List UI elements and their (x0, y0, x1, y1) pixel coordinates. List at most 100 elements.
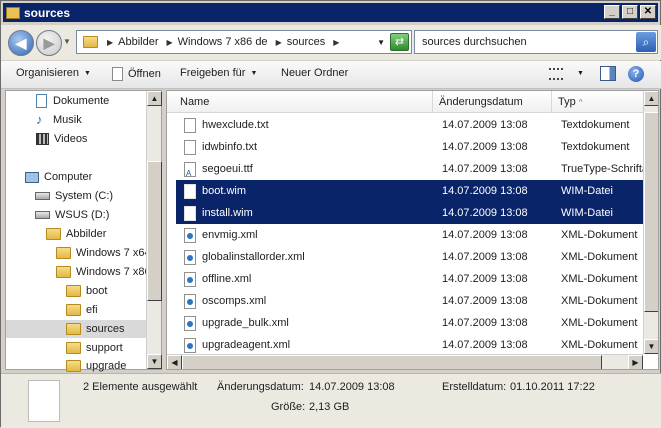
font-file-icon (184, 161, 196, 180)
address-row: ◀ ▶ ▼ ▶ Abbilder ▶ Windows 7 x86 de ▶ so… (1, 25, 661, 60)
breadcrumb-windows-7-x86-de[interactable]: Windows 7 x86 de (178, 36, 268, 48)
breadcrumb-sources[interactable]: sources (287, 36, 326, 48)
file-date: 14.07.2009 13:08 (442, 251, 528, 263)
preview-pane-icon[interactable] (600, 66, 616, 81)
nav-scrollbar[interactable]: ▲ ▼ (146, 91, 162, 369)
address-dropdown-icon[interactable]: ▼ (377, 38, 385, 47)
nav-item-abbilder[interactable]: Abbilder (46, 225, 106, 243)
table-row-selected[interactable]: install.wim 14.07.2009 13:08 WIM-Datei (176, 202, 643, 224)
scroll-down-icon[interactable]: ▼ (147, 354, 162, 369)
scroll-right-icon[interactable]: ▶ (628, 355, 643, 369)
xml-file-icon (184, 293, 196, 309)
minimize-button[interactable]: _ (604, 5, 620, 19)
table-row[interactable]: offline.xml 14.07.2009 13:08 XML-Dokumen… (176, 268, 643, 290)
explorer-window: sources _ □ ✕ ◀ ▶ ▼ ▶ Abbilder ▶ Windows… (0, 0, 661, 428)
file-date: 14.07.2009 13:08 (442, 273, 528, 285)
command-bar: Organisieren ▼ Öffnen Freigeben für ▼ Ne… (1, 61, 661, 89)
folder-icon (66, 285, 81, 297)
address-bar[interactable]: ▶ Abbilder ▶ Windows 7 x86 de ▶ sources … (76, 30, 412, 54)
chevron-down-icon: ▼ (250, 69, 258, 77)
back-button[interactable]: ◀ (8, 30, 34, 56)
nav-label: Musik (53, 114, 82, 126)
nav-label: Abbilder (66, 228, 107, 240)
folder-icon (66, 360, 81, 372)
table-row[interactable]: oscomps.xml 14.07.2009 13:08 XML-Dokumen… (176, 290, 643, 312)
navigation-pane[interactable]: Dokumente ♪ Musik Videos Computer System … (5, 90, 162, 372)
scroll-thumb[interactable] (147, 161, 162, 301)
organize-button[interactable]: Organisieren ▼ (16, 67, 91, 79)
created-label: Erstelldatum: (442, 381, 507, 393)
breadcrumb-abbilder[interactable]: Abbilder (118, 36, 158, 48)
nav-item-computer[interactable]: Computer (25, 168, 92, 186)
view-options-icon[interactable] (549, 68, 563, 80)
file-name: hwexclude.txt (202, 119, 269, 131)
nav-item-sources[interactable]: sources (6, 320, 146, 338)
nav-item-system-c[interactable]: System (C:) (35, 187, 113, 205)
folder-icon (56, 247, 71, 259)
nav-label: boot (86, 285, 108, 297)
breadcrumb-separator-icon[interactable]: ▶ (333, 38, 339, 47)
nav-item-boot[interactable]: boot (66, 282, 107, 300)
share-button[interactable]: Freigeben für ▼ (180, 67, 257, 79)
file-type: XML-Dokument (561, 273, 638, 285)
folder-icon (83, 36, 98, 48)
chevron-down-icon: ▼ (83, 69, 91, 77)
search-input[interactable]: sources durchsuchen (422, 36, 527, 48)
table-row[interactable]: upgrade_bulk.xml 14.07.2009 13:08 XML-Do… (176, 312, 643, 334)
open-button[interactable]: Öffnen (112, 67, 161, 81)
breadcrumb-separator-icon[interactable]: ▶ (276, 38, 282, 47)
title-bar[interactable]: sources _ □ ✕ (3, 3, 658, 22)
breadcrumb-separator-icon[interactable]: ▶ (167, 38, 173, 47)
table-row[interactable]: envmig.xml 14.07.2009 13:08 XML-Dokument (176, 224, 643, 246)
table-row[interactable]: hwexclude.txt 14.07.2009 13:08 Textdokum… (176, 114, 643, 136)
breadcrumb-separator-icon[interactable]: ▶ (107, 38, 113, 47)
column-header-name[interactable]: Name (167, 91, 433, 113)
file-type: WIM-Datei (561, 207, 613, 219)
view-dropdown-icon[interactable]: ▼ (577, 70, 584, 77)
file-date: 14.07.2009 13:08 (442, 317, 528, 329)
column-header-type[interactable]: Typ ^ (552, 91, 643, 113)
nav-item-windows-7-x64[interactable]: Windows 7 x64 (56, 244, 151, 262)
file-date: 14.07.2009 13:08 (442, 295, 528, 307)
file-list-scrollbar[interactable]: ▲ ▼ (643, 91, 658, 354)
nav-item-videos[interactable]: Videos (36, 130, 87, 148)
table-row[interactable]: segoeui.ttf 14.07.2009 13:08 TrueType-Sc… (176, 158, 651, 180)
recent-pages-dropdown[interactable]: ▼ (63, 37, 71, 46)
maximize-button[interactable]: □ (622, 5, 638, 19)
table-row-selected[interactable]: boot.wim 14.07.2009 13:08 WIM-Datei (176, 180, 643, 202)
document-library-icon (36, 94, 47, 108)
file-type: XML-Dokument (561, 339, 638, 351)
table-row[interactable]: idwbinfo.txt 14.07.2009 13:08 Textdokume… (176, 136, 643, 158)
file-list[interactable]: Name Änderungsdatum Typ ^ hwexclude.txt … (166, 90, 659, 370)
new-folder-label: Neuer Ordner (281, 67, 349, 79)
scroll-up-icon[interactable]: ▲ (147, 91, 162, 106)
scroll-thumb[interactable] (644, 112, 658, 312)
file-name: globalinstallorder.xml (202, 251, 305, 263)
file-list-hscrollbar[interactable]: ◀ ▶ (167, 354, 643, 369)
nav-item-musik[interactable]: ♪ Musik (36, 111, 82, 129)
nav-item-efi[interactable]: efi (66, 301, 98, 319)
nav-item-wsus-d[interactable]: WSUS (D:) (35, 206, 109, 224)
refresh-button[interactable]: ⇄ (390, 33, 409, 51)
close-button[interactable]: ✕ (640, 5, 656, 19)
table-row[interactable]: globalinstallorder.xml 14.07.2009 13:08 … (176, 246, 643, 268)
scroll-up-icon[interactable]: ▲ (644, 91, 658, 106)
search-icon[interactable]: ⌕ (636, 32, 656, 52)
file-name: segoeui.ttf (202, 163, 253, 175)
nav-item-support[interactable]: support (66, 339, 123, 357)
column-header-date[interactable]: Änderungsdatum (433, 91, 552, 113)
text-file-icon (184, 117, 196, 133)
nav-item-windows-7-x86[interactable]: Windows 7 x86 (56, 263, 151, 281)
search-box[interactable]: sources durchsuchen ⌕ (414, 30, 658, 54)
scroll-down-icon[interactable]: ▼ (644, 339, 658, 354)
nav-item-dokumente[interactable]: Dokumente (36, 92, 109, 110)
table-row[interactable]: upgradeagent.xml 14.07.2009 13:08 XML-Do… (176, 334, 643, 356)
scroll-left-icon[interactable]: ◀ (167, 355, 182, 369)
new-folder-button[interactable]: Neuer Ordner (281, 67, 348, 79)
scroll-thumb[interactable] (182, 355, 602, 369)
help-icon[interactable]: ? (628, 66, 644, 82)
nav-label: Dokumente (53, 95, 110, 107)
folder-icon (66, 323, 81, 335)
organize-label: Organisieren (16, 67, 79, 79)
forward-button[interactable]: ▶ (36, 30, 62, 56)
